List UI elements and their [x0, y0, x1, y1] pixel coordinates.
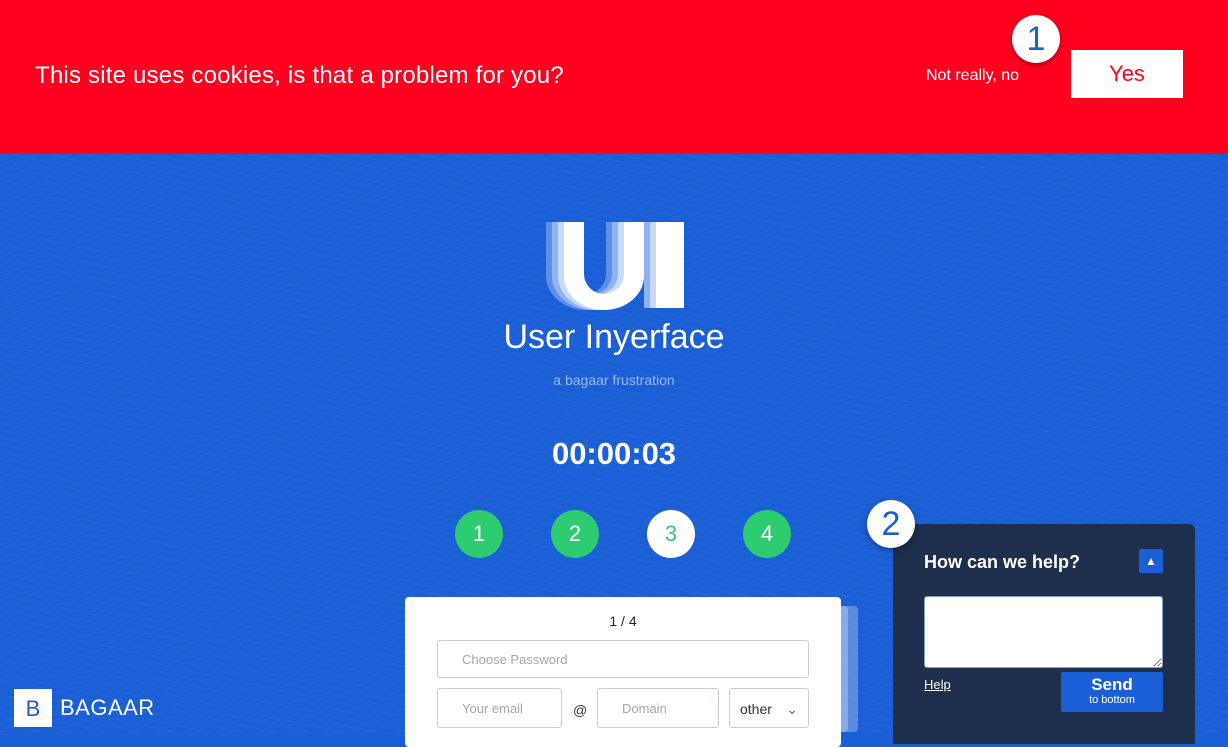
domain-input[interactable] [597, 688, 719, 728]
bagaar-logo[interactable]: B BAGAAR [14, 689, 155, 727]
send-sublabel: to bottom [1089, 694, 1135, 706]
app-title: User Inyerface [503, 318, 725, 356]
send-label: Send [1091, 675, 1133, 694]
ui-logo [546, 222, 684, 310]
step-1: 1 [455, 510, 503, 558]
app-subtitle: a bagaar frustration [553, 372, 675, 388]
bagaar-name: BAGAAR [60, 695, 155, 720]
logo-u-letter [546, 222, 644, 310]
help-title: How can we help? [924, 552, 1081, 572]
step-4: 4 [743, 510, 791, 558]
annotation-marker-1: 1 [1012, 15, 1060, 63]
at-sign: @ [573, 702, 588, 718]
help-toggle-button[interactable]: ▲ [1139, 549, 1163, 573]
timer: 00:00:03 [551, 436, 677, 471]
tld-select[interactable]: other ⌄ [729, 688, 809, 728]
chevron-down-icon: ⌄ [786, 701, 798, 717]
tld-selected-value: other [740, 701, 772, 717]
chevron-up-icon: ▲ [1145, 554, 1157, 568]
help-widget: How can we help? ▲ Help Send to bottom [893, 524, 1195, 744]
help-link[interactable]: Help [924, 677, 951, 692]
cookie-accept-button[interactable]: Yes [1071, 50, 1183, 98]
card-counter: 1 / 4 [609, 613, 637, 629]
cookie-decline-button[interactable]: Not really, no [926, 67, 1019, 85]
bagaar-logo-box: B [14, 689, 52, 727]
step-2: 2 [551, 510, 599, 558]
cookie-message: This site uses cookies, is that a proble… [35, 62, 564, 89]
email-input[interactable] [437, 688, 562, 728]
logo-i-letter [644, 222, 684, 308]
annotation-marker-2: 2 [867, 500, 915, 548]
step-3-current: 3 [647, 510, 695, 558]
password-input[interactable] [437, 640, 809, 678]
help-message-input[interactable] [924, 596, 1163, 668]
registration-card: 1 / 4 @ other ⌄ [405, 597, 841, 747]
send-button[interactable]: Send to bottom [1061, 672, 1163, 712]
